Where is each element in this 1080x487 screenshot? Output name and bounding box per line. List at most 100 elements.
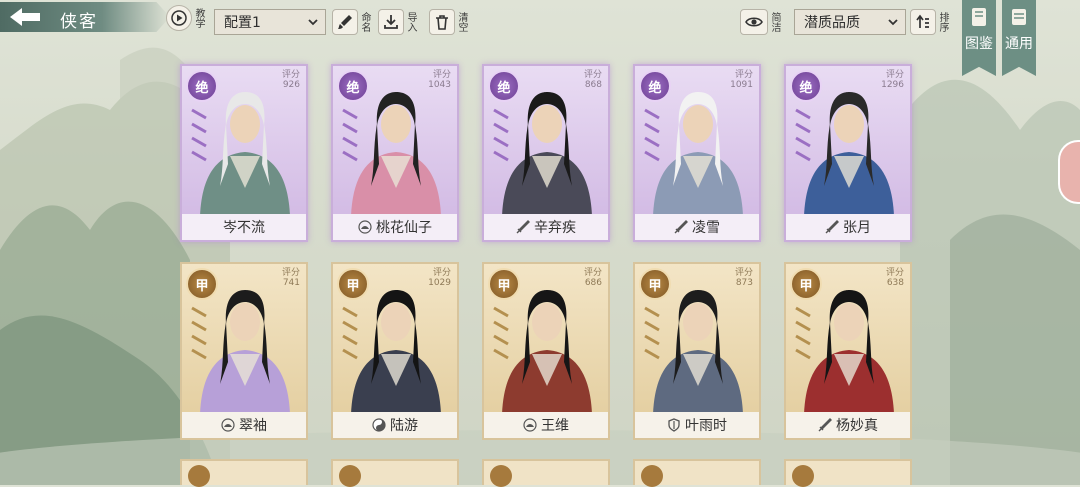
star-rating-icon — [795, 306, 811, 360]
book-icon — [972, 8, 986, 26]
character-name: 岑不流 — [223, 220, 265, 236]
lotus-icon — [358, 220, 372, 234]
character-name-bar: 王维 — [484, 412, 608, 438]
clear-label: 清空 — [456, 12, 467, 32]
simple-view-toggle[interactable]: 简洁 — [740, 7, 780, 37]
sort-label: 排序 — [937, 12, 948, 32]
character-name: 辛弃疾 — [534, 220, 576, 236]
score-label: 评分 — [885, 268, 904, 278]
sword-icon — [825, 220, 839, 234]
sword-icon — [818, 418, 832, 432]
score-display: 评分 868 — [584, 70, 602, 90]
side-tab-button[interactable] — [1058, 140, 1080, 204]
score-display: 评分 1296 — [881, 70, 904, 90]
grade-badge: 甲 — [337, 268, 369, 300]
tutorial-button[interactable]: 教学 — [166, 3, 204, 33]
lotus-icon — [221, 418, 235, 432]
general-button[interactable]: 通用 — [1002, 0, 1036, 76]
character-name-bar: 凌雪 — [635, 214, 759, 240]
star-rating-icon — [644, 306, 660, 360]
grade-badge: 绝 — [790, 70, 822, 102]
grade-badge: 甲 — [790, 268, 822, 300]
character-card[interactable]: 绝 评分 868 辛弃疾 — [482, 64, 610, 242]
score-value: 1029 — [428, 278, 451, 288]
score-value: 1091 — [730, 80, 753, 90]
tutorial-label: 教学 — [193, 8, 204, 28]
star-rating-icon — [493, 306, 509, 360]
score-value: 873 — [735, 278, 753, 288]
sort-button[interactable]: 排序 — [910, 7, 948, 37]
chevron-down-icon — [308, 19, 318, 26]
score-label: 评分 — [281, 268, 300, 278]
card-peek — [784, 459, 912, 487]
character-card[interactable]: 甲 评分 873 叶雨时 — [633, 262, 761, 440]
star-rating-icon — [342, 108, 358, 162]
score-value: 1296 — [881, 80, 904, 90]
grade-badge: 绝 — [337, 70, 369, 102]
gallery-button[interactable]: 图鉴 — [962, 0, 996, 76]
chevron-down-icon — [888, 19, 898, 26]
character-name: 叶雨时 — [685, 418, 727, 434]
score-value: 638 — [886, 278, 904, 288]
character-name: 凌雪 — [692, 220, 720, 236]
grade-badge: 绝 — [186, 70, 218, 102]
grade-badge: 甲 — [639, 268, 671, 300]
general-label: 通用 — [1005, 36, 1033, 52]
score-display: 评分 1043 — [428, 70, 451, 90]
score-label: 评分 — [885, 70, 904, 80]
gallery-label: 图鉴 — [965, 36, 993, 52]
character-name-bar: 陆游 — [333, 412, 457, 438]
score-value: 868 — [584, 80, 602, 90]
star-rating-icon — [191, 306, 207, 360]
character-card[interactable]: 绝 评分 1296 张月 — [784, 64, 912, 242]
score-display: 评分 873 — [735, 268, 753, 288]
score-value: 741 — [282, 278, 300, 288]
character-name-bar: 翠袖 — [182, 412, 306, 438]
character-card[interactable]: 甲 评分 741 翠袖 — [180, 262, 308, 440]
sword-icon — [674, 220, 688, 234]
card-peek — [633, 459, 761, 487]
download-icon — [384, 15, 398, 29]
score-label: 评分 — [583, 268, 602, 278]
character-card[interactable]: 甲 评分 686 王维 — [482, 262, 610, 440]
grade-badge: 甲 — [186, 268, 218, 300]
scroll-icon — [1012, 9, 1026, 25]
preset-select[interactable]: 配置1 — [214, 9, 326, 35]
character-card[interactable]: 甲 评分 638 杨妙真 — [784, 262, 912, 440]
score-value: 1043 — [428, 80, 451, 90]
rename-label: 命名 — [359, 12, 370, 32]
star-rating-icon — [342, 306, 358, 360]
score-display: 评分 686 — [584, 268, 602, 288]
character-name-bar: 叶雨时 — [635, 412, 759, 438]
character-name: 王维 — [541, 418, 569, 434]
grade-badge: 绝 — [639, 70, 671, 102]
import-button[interactable]: 导入 — [378, 7, 416, 37]
brush-icon — [338, 15, 352, 29]
card-peek — [482, 459, 610, 487]
trash-icon — [436, 15, 448, 30]
sword-icon — [516, 220, 530, 234]
character-card[interactable]: 绝 评分 1091 凌雪 — [633, 64, 761, 242]
star-rating-icon — [644, 108, 660, 162]
star-rating-icon — [493, 108, 509, 162]
sort-icon — [916, 14, 929, 28]
back-button[interactable]: 侠客 — [0, 2, 170, 32]
rename-button[interactable]: 命名 — [332, 7, 370, 37]
score-display: 评分 741 — [282, 268, 300, 288]
score-label: 评分 — [281, 70, 300, 80]
back-arrow-icon — [10, 8, 40, 26]
sort-select[interactable]: 潜质品质 — [794, 9, 906, 35]
clear-button[interactable]: 清空 — [429, 7, 467, 37]
character-card[interactable]: 绝 评分 1043 桃花仙子 — [331, 64, 459, 242]
score-value: 686 — [584, 278, 602, 288]
score-label: 评分 — [734, 268, 753, 278]
character-card[interactable]: 绝 评分 926 岑不流 — [180, 64, 308, 242]
character-card[interactable]: 甲 评分 1029 陆游 — [331, 262, 459, 440]
character-name-bar: 辛弃疾 — [484, 214, 608, 240]
card-peek — [180, 459, 308, 487]
star-rating-icon — [191, 108, 207, 162]
character-name-bar: 岑不流 — [182, 214, 306, 240]
eye-icon — [745, 17, 763, 27]
score-label: 评分 — [734, 70, 753, 80]
character-name: 桃花仙子 — [376, 220, 432, 236]
